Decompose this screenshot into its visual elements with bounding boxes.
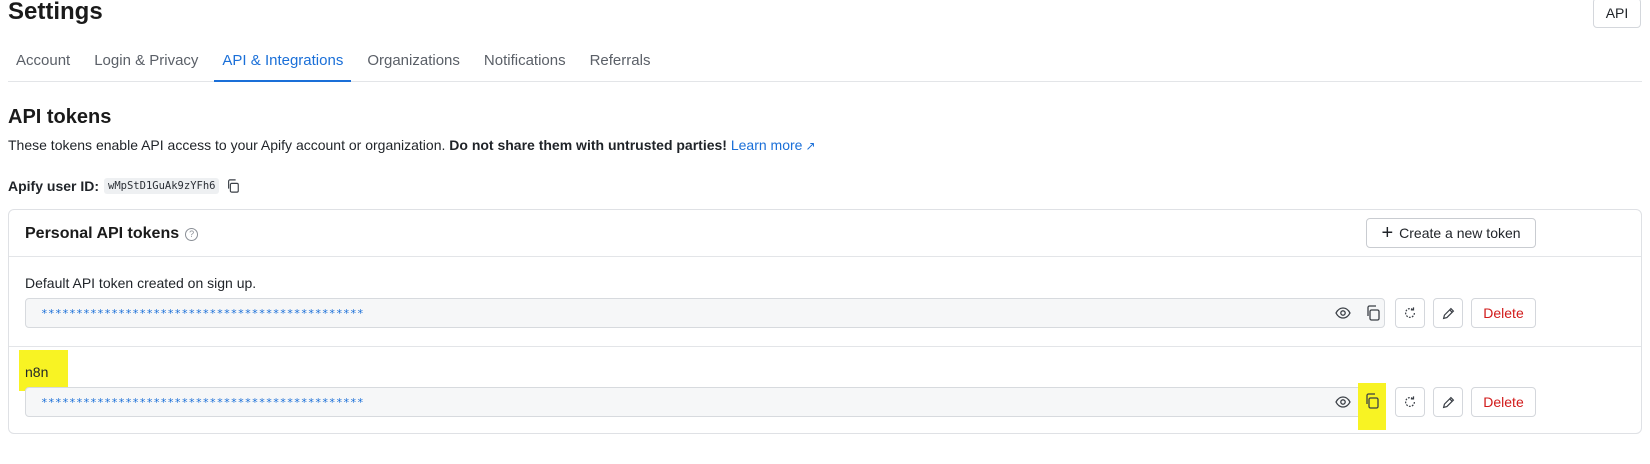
user-id-value: wMpStD1GuAk9zYFh6 [104,178,220,194]
token-row: n8n ************************************… [9,347,1641,436]
pencil-icon [1442,396,1454,408]
tab-login-privacy[interactable]: Login & Privacy [86,44,206,82]
settings-tabs: Account Login & Privacy API & Integratio… [8,44,1642,82]
tab-organizations[interactable]: Organizations [359,44,468,82]
eye-icon[interactable] [1335,396,1351,408]
tab-api-integrations[interactable]: API & Integrations [214,44,352,82]
copy-icon[interactable] [1364,393,1380,409]
description-text: These tokens enable API access to your A… [8,137,446,153]
learn-more-label: Learn more [730,137,803,153]
token-label: Default API token created on sign up. [25,275,257,291]
create-token-label: Create a new token [1399,225,1521,241]
regenerate-icon [1405,307,1415,318]
api-tokens-heading: API tokens [8,106,112,128]
page-title: Settings [8,0,103,25]
personal-tokens-card: Personal API tokens ? + Create a new tok… [8,209,1642,434]
pencil-icon [1442,307,1454,319]
eye-icon[interactable] [1335,307,1351,319]
tab-referrals[interactable]: Referrals [582,44,659,82]
card-header: Personal API tokens ? + Create a new tok… [9,210,1641,257]
edit-button[interactable] [1433,298,1463,328]
personal-tokens-title: Personal API tokens [25,225,180,242]
token-label: n8n [25,364,49,380]
tab-notifications[interactable]: Notifications [476,44,574,82]
learn-more-link[interactable]: Learn more ↗ [731,137,816,153]
delete-button[interactable]: Delete [1471,298,1536,328]
token-field[interactable]: ****************************************… [25,298,1385,328]
delete-button[interactable]: Delete [1471,387,1536,417]
plus-icon: + [1381,222,1394,244]
create-token-button[interactable]: + Create a new token [1366,218,1536,248]
copy-user-id-icon[interactable] [226,179,240,193]
warning-text: Do not share them with untrusted parties… [449,137,727,153]
user-id-label: Apify user ID: [8,178,100,194]
regenerate-icon [1405,396,1415,407]
api-button[interactable]: API [1593,0,1641,28]
tab-account[interactable]: Account [8,44,78,82]
help-icon[interactable]: ? [185,227,199,241]
regenerate-button[interactable] [1395,298,1425,328]
token-field[interactable]: ****************************************… [25,387,1385,417]
regenerate-button[interactable] [1395,387,1425,417]
token-masked-value: ****************************************… [41,396,365,409]
card-title: Personal API tokens ? [25,225,199,243]
edit-button[interactable] [1433,387,1463,417]
token-row: Default API token created on sign up. **… [9,258,1641,347]
api-tokens-description: These tokens enable API access to your A… [8,137,816,153]
external-link-icon: ↗ [805,139,816,153]
token-masked-value: ****************************************… [41,307,365,320]
user-id-row: Apify user ID: wMpStD1GuAk9zYFh6 [8,178,240,194]
copy-icon[interactable] [1365,305,1381,321]
